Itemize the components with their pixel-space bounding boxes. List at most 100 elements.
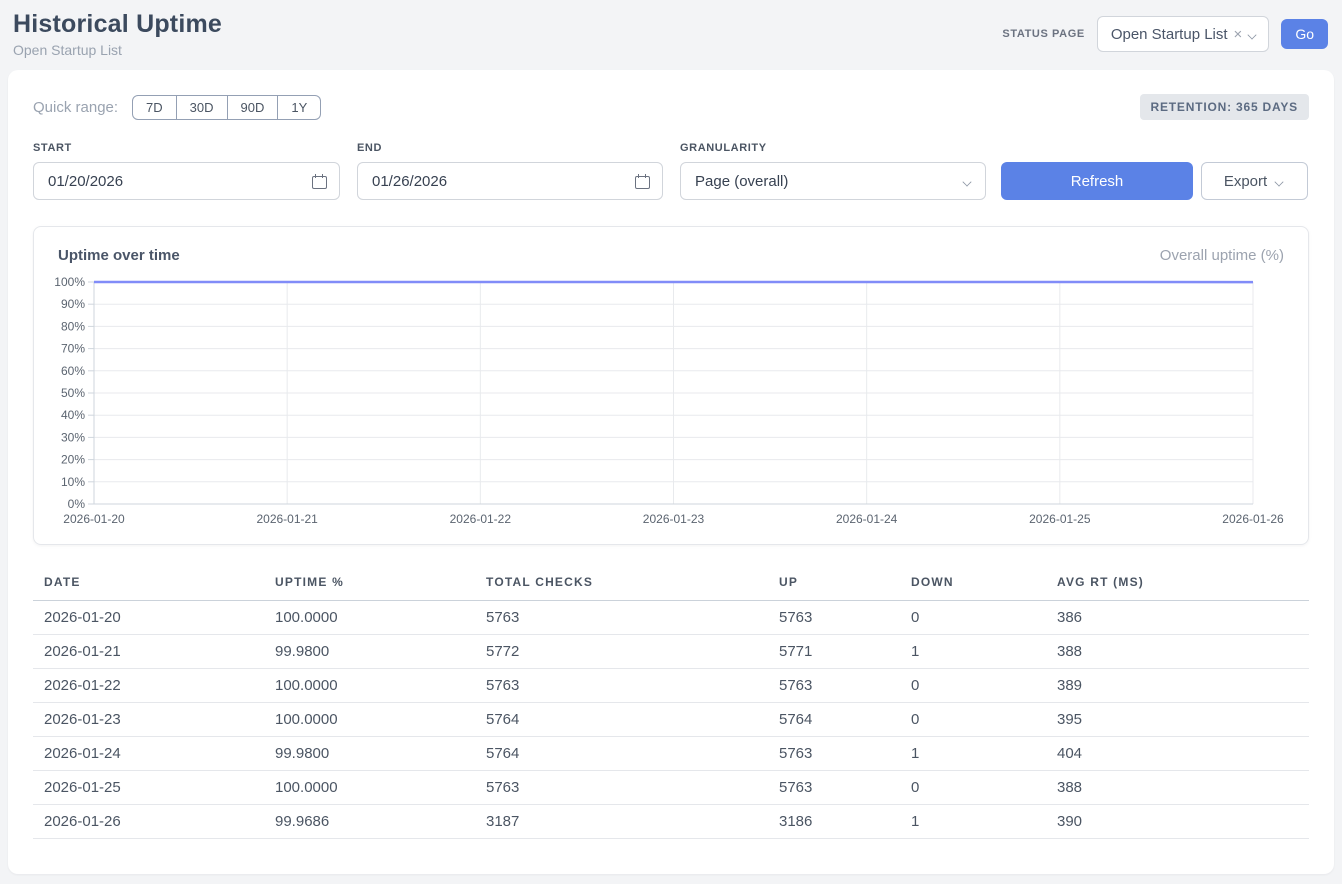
table-cell: 100.0000 — [275, 771, 486, 805]
table-cell: 389 — [1057, 669, 1309, 703]
table-cell: 390 — [1057, 805, 1309, 839]
table-cell: 3186 — [779, 805, 911, 839]
refresh-button[interactable]: Refresh — [1001, 162, 1193, 200]
svg-text:90%: 90% — [61, 297, 85, 311]
granularity-select[interactable]: Page (overall) — [680, 162, 986, 200]
table-cell: 0 — [911, 601, 1057, 635]
uptime-table: DATE UPTIME % TOTAL CHECKS UP DOWN AVG R… — [33, 569, 1309, 839]
table-cell: 1 — [911, 805, 1057, 839]
chart-legend: Overall uptime (%) — [1160, 247, 1284, 264]
table-cell: 5771 — [779, 635, 911, 669]
table-cell: 1 — [911, 635, 1057, 669]
chevron-down-icon — [1248, 31, 1258, 37]
table-cell: 388 — [1057, 771, 1309, 805]
svg-text:100%: 100% — [54, 275, 85, 289]
table-cell: 5764 — [779, 703, 911, 737]
table-cell: 2026-01-26 — [33, 805, 275, 839]
table-cell: 2026-01-21 — [33, 635, 275, 669]
svg-text:2026-01-20: 2026-01-20 — [63, 512, 125, 526]
table-cell: 5764 — [486, 737, 779, 771]
chart-title: Uptime over time — [58, 247, 180, 264]
svg-text:2026-01-22: 2026-01-22 — [450, 512, 512, 526]
top-bar: Historical Uptime Open Startup List STAT… — [0, 0, 1342, 64]
table-cell: 5764 — [486, 703, 779, 737]
start-date-input[interactable]: 01/20/2026 — [33, 162, 340, 200]
svg-text:20%: 20% — [61, 453, 85, 467]
svg-text:80%: 80% — [61, 319, 85, 333]
retention-badge: RETENTION: 365 DAYS — [1140, 94, 1309, 120]
svg-text:70%: 70% — [61, 342, 85, 356]
table-row: 2026-01-25100.0000576357630388 — [33, 771, 1309, 805]
quick-range-row: Quick range: 7D 30D 90D 1Y RETENTION: 36… — [33, 94, 1309, 120]
table-cell: 5763 — [779, 771, 911, 805]
table-body: 2026-01-20100.00005763576303862026-01-21… — [33, 601, 1309, 839]
quick-range-30d[interactable]: 30D — [177, 95, 228, 120]
quick-range-label: Quick range: — [33, 99, 118, 116]
table-cell: 2026-01-24 — [33, 737, 275, 771]
col-header-up: UP — [779, 569, 911, 601]
table-cell: 100.0000 — [275, 601, 486, 635]
status-page-select[interactable]: Open Startup List × — [1097, 16, 1270, 52]
table-cell: 388 — [1057, 635, 1309, 669]
table-row: 2026-01-22100.0000576357630389 — [33, 669, 1309, 703]
export-label: Export — [1224, 173, 1267, 190]
quick-range-1y[interactable]: 1Y — [278, 95, 321, 120]
table-cell: 5763 — [779, 601, 911, 635]
calendar-icon[interactable] — [312, 174, 327, 189]
start-label: START — [33, 142, 340, 154]
table-cell: 2026-01-25 — [33, 771, 275, 805]
col-header-total-checks: TOTAL CHECKS — [486, 569, 779, 601]
table-header-row: DATE UPTIME % TOTAL CHECKS UP DOWN AVG R… — [33, 569, 1309, 601]
filter-row: START 01/20/2026 END 01/26/2026 GRANULAR… — [33, 142, 1309, 200]
clear-icon[interactable]: × — [1234, 27, 1243, 42]
table-cell: 99.9800 — [275, 737, 486, 771]
svg-text:30%: 30% — [61, 430, 85, 444]
chevron-down-icon — [963, 178, 973, 184]
table-cell: 5763 — [779, 669, 911, 703]
calendar-icon[interactable] — [635, 174, 650, 189]
svg-text:40%: 40% — [61, 408, 85, 422]
status-page-label: STATUS PAGE — [1002, 28, 1084, 40]
chevron-down-icon — [1275, 178, 1285, 184]
main-card: Quick range: 7D 30D 90D 1Y RETENTION: 36… — [8, 70, 1334, 874]
end-date-value: 01/26/2026 — [372, 173, 447, 190]
table-cell: 99.9800 — [275, 635, 486, 669]
svg-text:2026-01-23: 2026-01-23 — [643, 512, 705, 526]
table-row: 2026-01-2499.9800576457631404 — [33, 737, 1309, 771]
table-cell: 0 — [911, 669, 1057, 703]
table-cell: 100.0000 — [275, 669, 486, 703]
table-row: 2026-01-23100.0000576457640395 — [33, 703, 1309, 737]
svg-text:2026-01-25: 2026-01-25 — [1029, 512, 1091, 526]
table-cell: 395 — [1057, 703, 1309, 737]
col-header-uptime: UPTIME % — [275, 569, 486, 601]
table-cell: 5763 — [486, 669, 779, 703]
status-page-selected-value: Open Startup List — [1111, 26, 1228, 43]
svg-text:50%: 50% — [61, 386, 85, 400]
table-cell: 2026-01-23 — [33, 703, 275, 737]
end-date-input[interactable]: 01/26/2026 — [357, 162, 663, 200]
start-date-value: 01/20/2026 — [48, 173, 123, 190]
quick-range-group: 7D 30D 90D 1Y — [132, 95, 321, 120]
col-header-down: DOWN — [911, 569, 1057, 601]
end-label: END — [357, 142, 663, 154]
title-block: Historical Uptime Open Startup List — [13, 10, 222, 58]
svg-text:2026-01-21: 2026-01-21 — [256, 512, 318, 526]
table-cell: 404 — [1057, 737, 1309, 771]
granularity-label: GRANULARITY — [680, 142, 986, 154]
table-cell: 5763 — [779, 737, 911, 771]
table-cell: 5763 — [486, 601, 779, 635]
quick-range-7d[interactable]: 7D — [132, 95, 177, 120]
go-button[interactable]: Go — [1281, 19, 1328, 49]
svg-text:2026-01-24: 2026-01-24 — [836, 512, 898, 526]
table-cell: 5763 — [486, 771, 779, 805]
svg-text:2026-01-26: 2026-01-26 — [1222, 512, 1284, 526]
page-title: Historical Uptime — [13, 10, 222, 39]
quick-range-90d[interactable]: 90D — [228, 95, 279, 120]
table-cell: 1 — [911, 737, 1057, 771]
table-cell: 0 — [911, 703, 1057, 737]
export-button[interactable]: Export — [1201, 162, 1308, 200]
svg-text:10%: 10% — [61, 475, 85, 489]
col-header-avg-rt: AVG RT (MS) — [1057, 569, 1309, 601]
granularity-selected-value: Page (overall) — [695, 173, 788, 190]
table-row: 2026-01-2699.9686318731861390 — [33, 805, 1309, 839]
